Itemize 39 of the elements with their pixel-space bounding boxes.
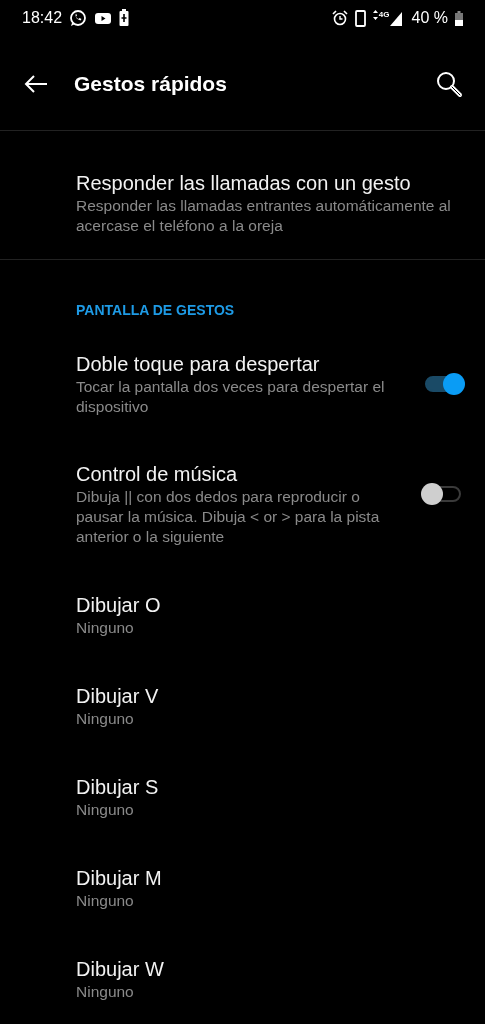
setting-row[interactable]: Dibujar O Ninguno — [0, 552, 485, 643]
chat-bubble-icon — [69, 9, 88, 27]
signal-icon — [389, 10, 402, 26]
setting-summary: Responder las llamadas entrantes automáticamente al acercase el teléfono a la oreja — [76, 196, 452, 236]
setting-title: Dibujar W — [76, 957, 165, 982]
setting-row[interactable]: Doble toque para despertar Tocar la pantalla dos veces para despertar el dispositivo — [0, 320, 485, 430]
clock-time: 18:42 — [22, 9, 63, 27]
setting-title: Doble toque para despertar — [76, 352, 321, 377]
battery-percent: 40 % — [411, 9, 448, 27]
setting-title: Dibujar O — [76, 593, 162, 618]
setting-row[interactable]: Control de música Dibuja || con dos dedos para reproducir o pausar la música. Dibuja < or > para la pista anterior o la siguiente — [0, 430, 485, 552]
setting-summary: Ninguno — [76, 800, 135, 820]
setting-title: Responder las llamadas con un gesto — [76, 171, 412, 196]
setting-row[interactable]: Responder las llamadas con un gesto Responder las llamadas entrantes automáticamente al acercase el teléfono a la oreja — [0, 131, 485, 259]
setting-row[interactable]: Dibujar W Ninguno — [0, 916, 485, 1007]
setting-row[interactable]: Dibujar S Ninguno — [0, 734, 485, 825]
setting-title: Dibujar V — [76, 684, 160, 709]
phone-icon — [354, 9, 366, 27]
alarm-clock-icon — [331, 10, 348, 26]
setting-summary: Ninguno — [76, 891, 135, 911]
network-type: 4G — [378, 10, 390, 19]
setting-row[interactable]: Dibujar V Ninguno — [0, 643, 485, 734]
setting-summary: Ninguno — [76, 618, 135, 638]
setting-row[interactable]: Dibujar M Ninguno — [0, 825, 485, 916]
battery-charging-icon — [119, 9, 130, 27]
setting-summary: Tocar la pantalla dos veces para despertar el dispositivo — [76, 377, 386, 417]
setting-title: Control de música — [76, 462, 239, 487]
screen-title: Gestos rápidos — [74, 72, 227, 96]
search-button[interactable] — [435, 70, 463, 98]
video-play-icon — [94, 11, 113, 25]
setting-summary: Ninguno — [76, 709, 135, 729]
data-arrows-icon — [372, 10, 378, 20]
section-header: PANTALLA DE GESTOS — [76, 301, 236, 320]
setting-summary: Dibuja || con dos dedos para reproducir o pausar la música. Dibuja < or > para la pista anterior o la siguiente — [76, 487, 381, 547]
battery-icon — [455, 10, 463, 26]
setting-summary: Ninguno — [76, 982, 135, 1002]
setting-title: Dibujar S — [76, 775, 160, 800]
back-button[interactable] — [23, 74, 49, 94]
setting-title: Dibujar M — [76, 866, 163, 891]
